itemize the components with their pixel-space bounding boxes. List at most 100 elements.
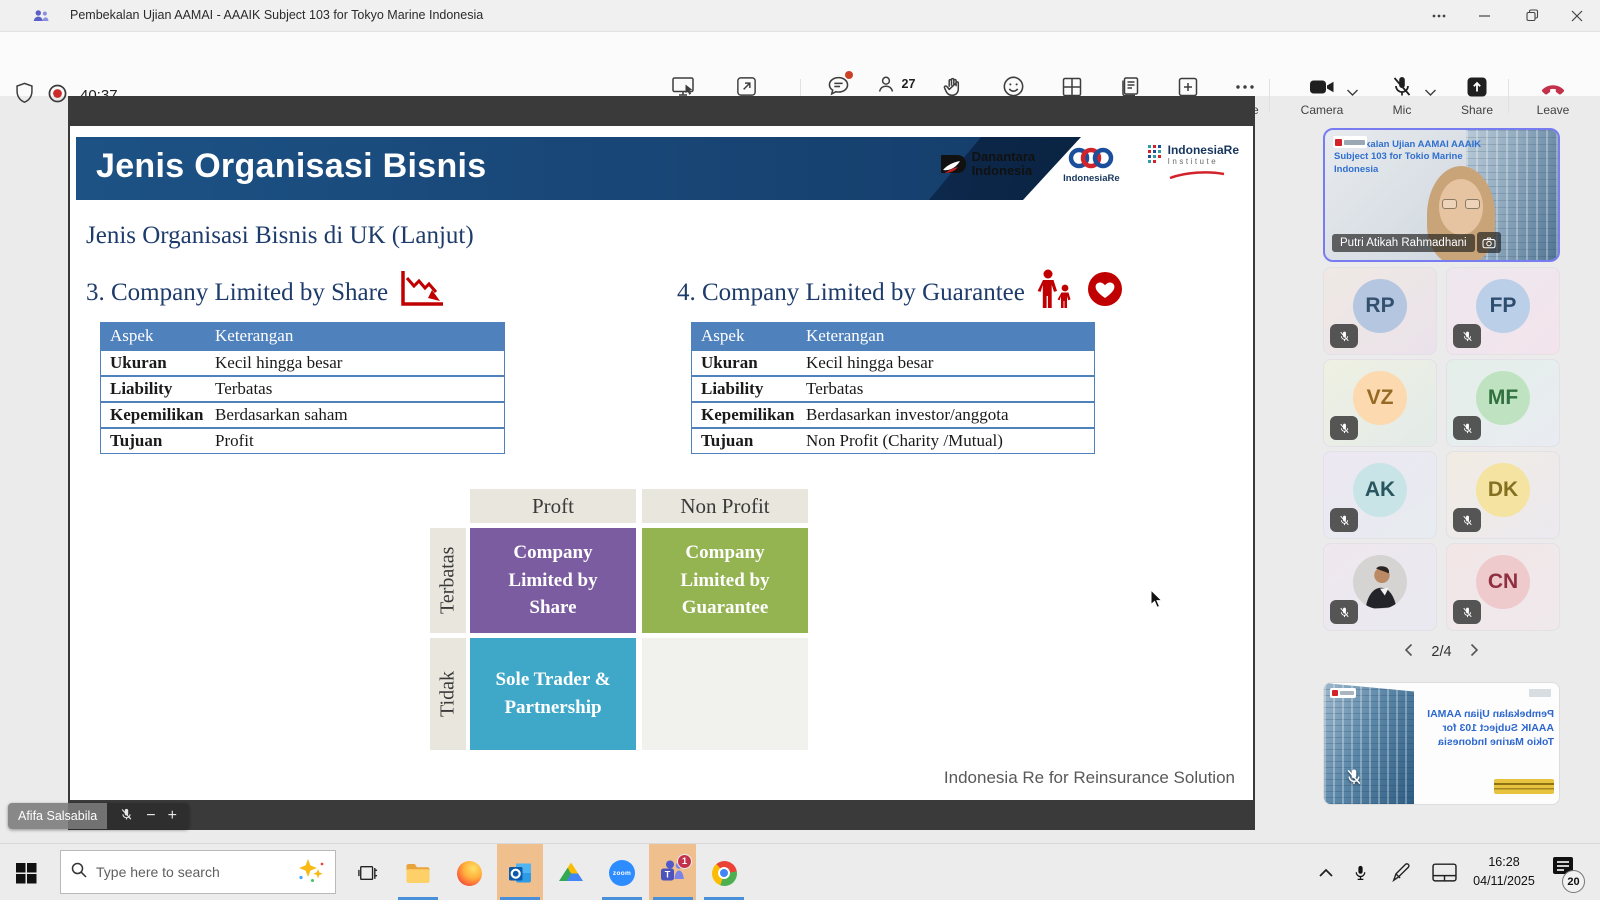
file-explorer-button[interactable] (404, 859, 432, 887)
taskbar-search[interactable] (60, 850, 336, 894)
presenter-mic-muted-icon (119, 807, 134, 825)
indonesiare-logo: IndonesiaRe (1063, 145, 1120, 184)
minimize-button[interactable] (1465, 0, 1505, 31)
presentation-slide: Jenis Organisasi Bisnis DanantaraIndones… (70, 126, 1253, 800)
presenter-control-pill[interactable]: Afifa Salsabila − + (8, 803, 189, 829)
thumbnail-building (1324, 683, 1414, 804)
restore-button[interactable] (1512, 0, 1552, 31)
danantara-logo: DanantaraIndonesia (937, 149, 1036, 179)
outlook-button[interactable] (506, 859, 534, 887)
camera-icon (1308, 73, 1336, 100)
camera-switch-icon[interactable] (1477, 232, 1501, 253)
avatar: AK (1353, 463, 1407, 517)
matrix-cell-guarantee: Company Limited by Guarantee (642, 528, 808, 633)
zoom-button[interactable]: zoom (608, 859, 636, 887)
avatar: DK (1476, 463, 1530, 517)
matrix-col-header-nonprofit: Non Profit (642, 489, 808, 523)
matrix-col-header-profit: Proft (470, 489, 636, 523)
mic-muted-badge (1330, 600, 1358, 624)
shield-icon (14, 81, 35, 110)
mic-chevron-icon[interactable] (1424, 84, 1437, 102)
matrix-cell-empty (642, 638, 808, 750)
firefox-button[interactable] (455, 859, 483, 887)
participant-tile[interactable]: RP (1323, 267, 1437, 355)
window-titlebar: Pembekalan Ujian AAMAI - AAAIK Subject 1… (0, 0, 1600, 32)
institute-swoosh-icon (1168, 171, 1226, 179)
recording-icon (47, 83, 68, 109)
mic-muted-badge (1453, 324, 1481, 348)
tray-touchpad-icon[interactable] (1432, 844, 1457, 900)
participant-tile[interactable] (1323, 543, 1437, 631)
table-row: UkuranKecil hingga besar (692, 349, 1094, 375)
matrix-row-header-tidak: Tidak (430, 638, 466, 750)
leave-icon (1539, 73, 1567, 100)
participant-tile[interactable]: VZ (1323, 359, 1437, 447)
mic-muted-icon (1390, 73, 1414, 100)
tray-mic-icon[interactable] (1352, 844, 1369, 900)
participant-tile[interactable]: MF (1446, 359, 1560, 447)
teams-button[interactable]: T 1 (659, 859, 687, 887)
start-button[interactable] (12, 859, 40, 887)
mic-muted-badge (1330, 508, 1358, 532)
pager-prev-icon[interactable] (1404, 643, 1413, 662)
mic-button[interactable]: Mic (1374, 73, 1430, 123)
table-limited-by-guarantee: Aspek Keterangan UkuranKecil hingga besa… (691, 322, 1095, 454)
thumbnail-yellow-badge (1494, 779, 1554, 794)
active-speaker-video[interactable]: Pembekalan Ujian AAMAI AAAIK Subject 103… (1323, 128, 1560, 262)
leave-button[interactable]: Leave (1523, 73, 1583, 123)
slide-logos: DanantaraIndonesia IndonesiaRe Indonesia… (937, 144, 1239, 184)
mic-muted-badge (1453, 600, 1481, 624)
task-view-button[interactable] (354, 859, 382, 887)
participant-tile[interactable]: AK (1323, 451, 1437, 539)
indonesiare-rings-icon (1068, 145, 1114, 171)
camera-chevron-icon[interactable] (1346, 84, 1359, 102)
svg-text:T: T (665, 869, 671, 879)
search-input[interactable] (96, 864, 286, 880)
avatar: RP (1353, 279, 1407, 333)
glasses-icon (1465, 199, 1480, 209)
close-button[interactable] (1557, 0, 1597, 31)
camera-button[interactable]: Camera (1292, 73, 1352, 123)
camera-view-thumbnail[interactable]: Pembekalan Ujian AAMAI AAAIK Subject 103… (1323, 682, 1560, 805)
family-icon (1035, 268, 1075, 317)
avatar: CN (1476, 555, 1530, 609)
pager-label: 2/4 (1431, 644, 1451, 660)
avatar: VZ (1353, 371, 1407, 425)
table-header-row: Aspek Keterangan (101, 323, 504, 349)
participant-tile[interactable]: FP (1446, 267, 1560, 355)
table-row: LiabilityTerbatas (692, 375, 1094, 401)
participant-tile[interactable]: DK (1446, 451, 1560, 539)
zoom-out-button[interactable]: − (146, 808, 155, 824)
matrix-cell-sole-trader: Sole Trader & Partnership (470, 638, 636, 750)
window-more-button[interactable] (1419, 0, 1459, 31)
tray-show-hidden-button[interactable] (1318, 844, 1334, 900)
table-limited-by-share: Aspek Keterangan UkuranKecil hingga besa… (100, 322, 505, 454)
tray-pen-icon[interactable] (1390, 844, 1412, 900)
table-header-row: Aspek Keterangan (692, 323, 1094, 349)
background-logo-chip (1333, 136, 1367, 148)
thumbnail-logo-chip (1330, 688, 1356, 698)
slide-subtitle: Jenis Organisasi Bisnis di UK (Lanjut) (86, 222, 474, 250)
zoom-in-button[interactable]: + (168, 808, 177, 824)
table-row: TujuanProfit (101, 427, 504, 453)
mic-muted-badge (1453, 508, 1481, 532)
table-row: LiabilityTerbatas (101, 375, 504, 401)
thumbnail-logo-chip-right (1529, 689, 1551, 697)
matrix-row-header-terbatas: Terbatas (430, 528, 466, 633)
chat-notification-dot (845, 71, 853, 79)
pager-next-icon[interactable] (1470, 643, 1479, 662)
window-title: Pembekalan Ujian AAMAI - AAAIK Subject 1… (70, 8, 483, 22)
table-row: TujuanNon Profit (Charity /Mutual) (692, 427, 1094, 453)
share-button[interactable]: Share (1447, 73, 1507, 123)
declining-chart-icon (398, 268, 446, 317)
institute-dots-icon (1148, 144, 1164, 166)
google-drive-button[interactable] (557, 859, 585, 887)
thumbnail-mirrored-title: Pembekalan Ujian AAMAI AAAIK Subject 103… (1416, 707, 1554, 750)
teams-app-icon (32, 7, 50, 30)
chrome-button[interactable] (710, 859, 738, 887)
participant-tile[interactable]: CN (1446, 543, 1560, 631)
matrix-cell-share: Company Limited by Share (470, 528, 636, 633)
taskbar-clock[interactable]: 16:28 04/11/2025 (1462, 853, 1546, 891)
glasses-icon (1442, 199, 1457, 209)
notification-center-button[interactable]: 20 (1552, 856, 1576, 883)
